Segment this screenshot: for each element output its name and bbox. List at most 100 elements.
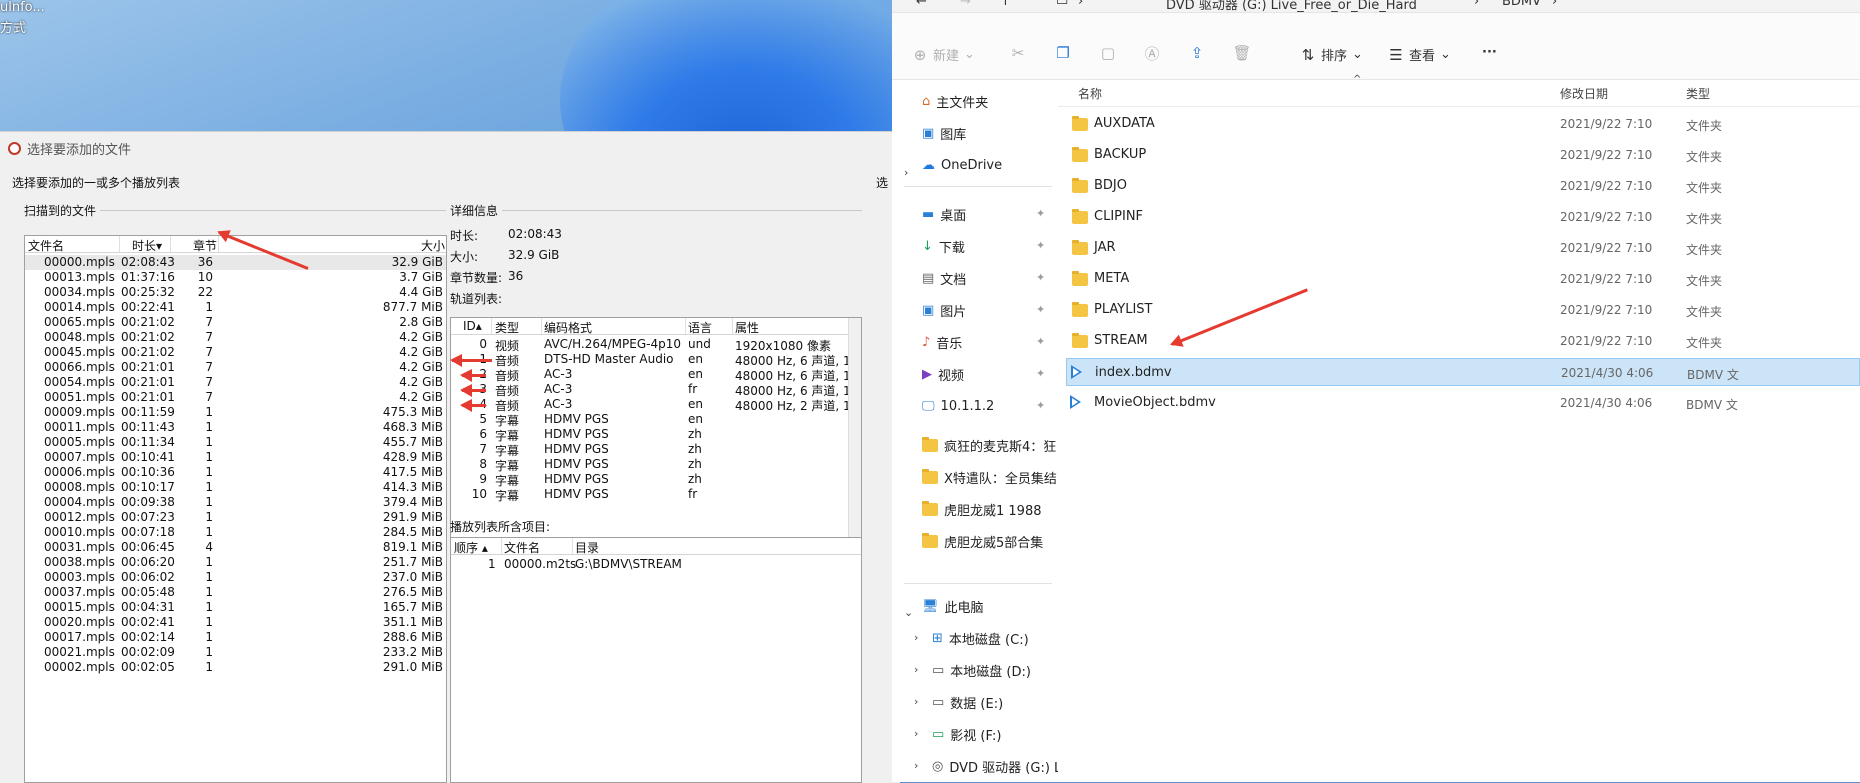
address-bar[interactable]: ← → ↑ ▭ › DVD 驱动器 (G:) Live_Free_or_Die_… [892, 0, 1860, 13]
file-row[interactable]: 00051.mpls 00:21:01 7 4.2 GiB [25, 390, 446, 405]
nav-quick-item[interactable]: ▶ 视频 [922, 362, 964, 386]
file-row[interactable]: 00066.mpls 00:21:01 7 4.2 GiB [25, 360, 446, 375]
file-row[interactable]: 00045.mpls 00:21:02 7 4.2 GiB [25, 345, 446, 360]
file-item[interactable]: STREAM 2021/9/22 7:10 文件夹 [1066, 327, 1860, 355]
up-icon[interactable]: ↑ [1000, 0, 1011, 9]
file-row[interactable]: 00037.mpls 00:05:48 1 276.5 MiB [25, 585, 446, 600]
col-name[interactable]: 名称 [1078, 85, 1102, 102]
pin-icon[interactable]: ✦ [1036, 207, 1045, 220]
file-row[interactable]: 00005.mpls 00:11:34 1 455.7 MiB [25, 435, 446, 450]
file-item[interactable]: PLAYLIST 2021/9/22 7:10 文件夹 [1066, 296, 1860, 324]
file-row[interactable]: 00017.mpls 00:02:14 1 288.6 MiB [25, 630, 446, 645]
desktop-icon-label-2[interactable]: 方式 [0, 17, 26, 36]
track-row[interactable]: 0 视频 AVC/H.264/MPEG-4p10 und 1920x1080 像素 [451, 337, 861, 353]
track-row[interactable]: 10 字幕 HDMV PGS fr [451, 487, 861, 503]
file-row[interactable]: 00048.mpls 00:21:02 7 4.2 GiB [25, 330, 446, 345]
cut-button[interactable]: ✂ [1010, 44, 1026, 62]
track-row[interactable]: 6 字幕 HDMV PGS zh [451, 427, 861, 443]
nav-folder-item[interactable]: 疯狂的麦克斯4：狂 [922, 433, 1056, 457]
nav-home[interactable]: ⌂ 主文件夹 [922, 89, 988, 113]
breadcrumb-bdmv[interactable]: BDMV [1502, 0, 1541, 9]
file-item[interactable]: BDJO 2021/9/22 7:10 文件夹 [1066, 172, 1860, 200]
paste-button[interactable]: ▢ [1100, 44, 1116, 62]
chevron-right-icon[interactable]: › [914, 759, 918, 772]
file-row[interactable]: 00015.mpls 00:04:31 1 165.7 MiB [25, 600, 446, 615]
track-row[interactable]: 2音频AC-3en48000 Hz, 6 声道, 1 [451, 367, 861, 383]
col-type[interactable]: 类型 [495, 319, 519, 336]
breadcrumb-drive[interactable]: DVD 驱动器 (G:) Live_Free_or_Die_Hard [1166, 0, 1417, 13]
pin-icon[interactable]: ✦ [1036, 271, 1045, 284]
view-button[interactable]: ☰ 查看 ⌄ [1388, 45, 1451, 65]
nav-quick-item[interactable]: ▣ 图片 [922, 298, 966, 322]
col-duration[interactable]: 时长▾ [132, 237, 162, 254]
file-row[interactable]: 00003.mpls 00:06:02 1 237.0 MiB [25, 570, 446, 585]
nav-onedrive[interactable]: ☁ OneDrive [922, 153, 1002, 177]
track-row[interactable]: 4音频AC-3en48000 Hz, 2 声道, 1 [451, 397, 861, 413]
desktop-icon-label[interactable]: ulnfo... [0, 0, 45, 15]
file-row[interactable]: 00020.mpls 00:02:41 1 351.1 MiB [25, 615, 446, 630]
track-row[interactable]: 9 字幕 HDMV PGS zh [451, 472, 861, 488]
nav-quick-item[interactable]: ▬ 桌面 [922, 202, 966, 226]
playlist-file-list[interactable]: 文件名 时长▾ 章节 大小 00000.mpls 02:08:43 36 32.9 G… [24, 235, 447, 783]
file-row[interactable]: 00010.mpls 00:07:18 1 284.5 MiB [25, 525, 446, 540]
pin-icon[interactable]: ✦ [1036, 239, 1045, 252]
col-lang[interactable]: 语言 [688, 319, 712, 336]
file-row[interactable]: 00009.mpls 00:11:59 1 475.3 MiB [25, 405, 446, 420]
file-item[interactable]: AUXDATA 2021/9/22 7:10 文件夹 [1066, 110, 1860, 138]
chevron-right-icon[interactable]: › [914, 631, 918, 644]
forward-icon[interactable]: → [960, 0, 971, 9]
chevron-right-icon[interactable]: › [914, 695, 918, 708]
col-id[interactable]: ID▴ [463, 319, 482, 333]
share-button[interactable]: ⇪ [1189, 44, 1205, 62]
pin-icon[interactable]: ✦ [1036, 399, 1045, 412]
nav-drive-item[interactable]: ▭ 数据 (E:) [932, 690, 1003, 714]
file-row[interactable]: 00011.mpls 00:11:43 1 468.3 MiB [25, 420, 446, 435]
nav-quick-item[interactable]: ♪ 音乐 [922, 330, 962, 354]
nav-drive-item[interactable]: ◎ DVD 驱动器 (G:) L [932, 754, 1061, 778]
col-codec[interactable]: 编码格式 [544, 319, 592, 336]
col-chapters[interactable]: 章节 [193, 237, 217, 254]
nav-folder-item[interactable]: X特遣队：全员集结 [922, 465, 1057, 489]
file-row[interactable]: 00007.mpls 00:10:41 1 428.9 MiB [25, 450, 446, 465]
file-row[interactable]: 00054.mpls 00:21:01 7 4.2 GiB [25, 375, 446, 390]
new-button[interactable]: ⊕ 新建 ⌄ [912, 45, 975, 65]
col-attr[interactable]: 属性 [735, 319, 759, 336]
nav-quick-item[interactable]: 🖵 10.1.1.2 [922, 394, 994, 418]
file-row[interactable]: 00000.mpls 02:08:43 36 32.9 GiB [25, 255, 446, 270]
nav-folder-item[interactable]: 虎胆龙威5部合集 [922, 529, 1043, 553]
dialog-titlebar[interactable]: 选择要添加的文件 [8, 138, 131, 158]
file-item[interactable]: META 2021/9/22 7:10 文件夹 [1066, 265, 1860, 293]
file-row[interactable]: 00002.mpls 00:02:05 1 291.0 MiB [25, 660, 446, 675]
file-row[interactable]: 00013.mpls 01:37:16 10 3.7 GiB [25, 270, 446, 285]
col-modified[interactable]: 修改日期 [1560, 85, 1608, 102]
nav-quick-item[interactable]: ▤ 文档 [922, 266, 966, 290]
nav-quick-item[interactable]: ↓ 下载 [922, 234, 965, 258]
file-row[interactable]: 00065.mpls 00:21:02 7 2.8 GiB [25, 315, 446, 330]
file-row[interactable]: 00014.mpls 00:22:41 1 877.7 MiB [25, 300, 446, 315]
file-item[interactable]: MovieObject.bdmv 2021/4/30 4:06 BDMV 文 [1066, 389, 1860, 417]
file-row[interactable]: 00034.mpls 00:25:32 22 4.4 GiB [25, 285, 446, 300]
file-row[interactable]: 00008.mpls 00:10:17 1 414.3 MiB [25, 480, 446, 495]
nav-drive-item[interactable]: ⊞ 本地磁盘 (C:) [932, 626, 1029, 650]
col-order[interactable]: 顺序 ▴ [454, 539, 488, 556]
track-row[interactable]: 5 字幕 HDMV PGS en [451, 412, 861, 428]
file-row[interactable]: 00038.mpls 00:06:20 1 251.7 MiB [25, 555, 446, 570]
file-item[interactable]: CLIPINF 2021/9/22 7:10 文件夹 [1066, 203, 1860, 231]
file-item[interactable]: JAR 2021/9/22 7:10 文件夹 [1066, 234, 1860, 262]
col-item-file[interactable]: 文件名 [504, 539, 540, 556]
chevron-right-icon[interactable]: › [904, 166, 908, 179]
col-size[interactable]: 大小 [421, 237, 445, 254]
pin-icon[interactable]: ✦ [1036, 303, 1045, 316]
file-item[interactable]: index.bdmv 2021/4/30 4:06 BDMV 文 [1066, 358, 1860, 386]
playlist-items-list[interactable]: 顺序 ▴ 文件名 目录 1 00000.m2ts G:\BDMV\STREAM [450, 537, 862, 783]
chevron-right-icon[interactable]: › [914, 663, 918, 676]
track-row[interactable]: 3音频AC-3fr48000 Hz, 6 声道, 1 [451, 382, 861, 398]
nav-folder-item[interactable]: 虎胆龙威1 1988 [922, 497, 1042, 521]
track-row[interactable]: 8 字幕 HDMV PGS zh [451, 457, 861, 473]
nav-gallery[interactable]: ▣ 图库 [922, 121, 966, 145]
file-row[interactable]: 00021.mpls 00:02:09 1 233.2 MiB [25, 645, 446, 660]
copy-button[interactable]: ❐ [1055, 44, 1071, 62]
track-row[interactable]: 1音频DTS-HD Master Audioen48000 Hz, 6 声道, … [451, 352, 861, 368]
sort-button[interactable]: ⇅ 排序 ⌄ [1300, 45, 1363, 65]
file-row[interactable]: 00004.mpls 00:09:38 1 379.4 MiB [25, 495, 446, 510]
